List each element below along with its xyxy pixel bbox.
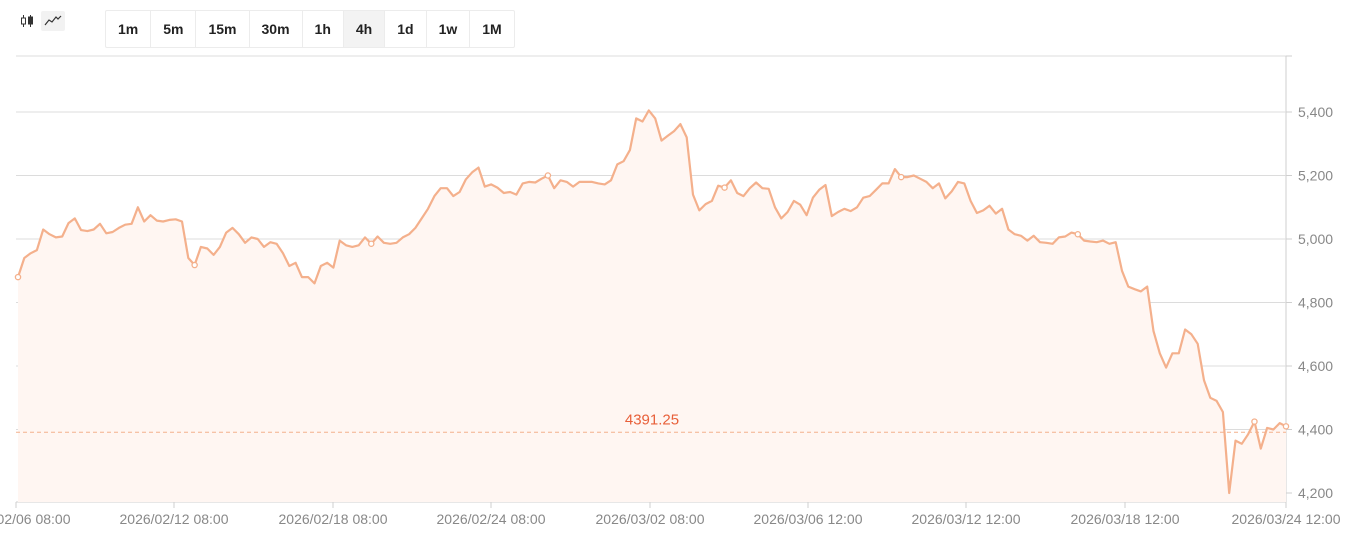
- y-tick-label: 4,600: [1298, 358, 1333, 374]
- x-tick-label: 2026/03/24 12:00: [1232, 511, 1341, 527]
- y-tick-label: 5,000: [1298, 231, 1333, 247]
- current-price-label: 4391.25: [625, 411, 679, 428]
- price-marker: [721, 184, 728, 191]
- price-marker: [1251, 418, 1258, 425]
- price-marker: [1074, 230, 1082, 238]
- price-marker: [897, 173, 905, 181]
- price-chart: 4,200 4,400 4,600 4,800 5,000 5,200 5,400 2026/…: [0, 55, 1341, 527]
- price-marker: [1282, 423, 1290, 430]
- x-tick-label: 2026/02/18 08:00: [279, 511, 388, 527]
- x-tick-label: 2026/03/12 12:00: [912, 511, 1021, 527]
- price-marker: [191, 261, 198, 269]
- price-area: [18, 110, 1286, 503]
- x-tick-label: 2026/03/02 08:00: [596, 511, 705, 527]
- price-marker: [368, 240, 375, 248]
- price-marker: [14, 273, 22, 281]
- y-tick-label: 5,400: [1298, 104, 1333, 120]
- price-marker: [544, 172, 552, 179]
- y-tick-label: 4,400: [1298, 422, 1333, 438]
- y-tick-label: 4,800: [1298, 295, 1333, 311]
- x-tick-label: 2026/03/18 12:00: [1071, 511, 1180, 527]
- x-tick-label: 2026/02/06 08:00: [0, 511, 71, 527]
- y-tick-label: 4,200: [1298, 485, 1333, 501]
- y-tick-label: 5,200: [1298, 168, 1333, 184]
- x-tick-label: 2026/02/24 08:00: [437, 511, 546, 527]
- x-tick-label: 2026/02/12 08:00: [120, 511, 229, 527]
- x-tick-label: 2026/03/06 12:00: [754, 511, 863, 527]
